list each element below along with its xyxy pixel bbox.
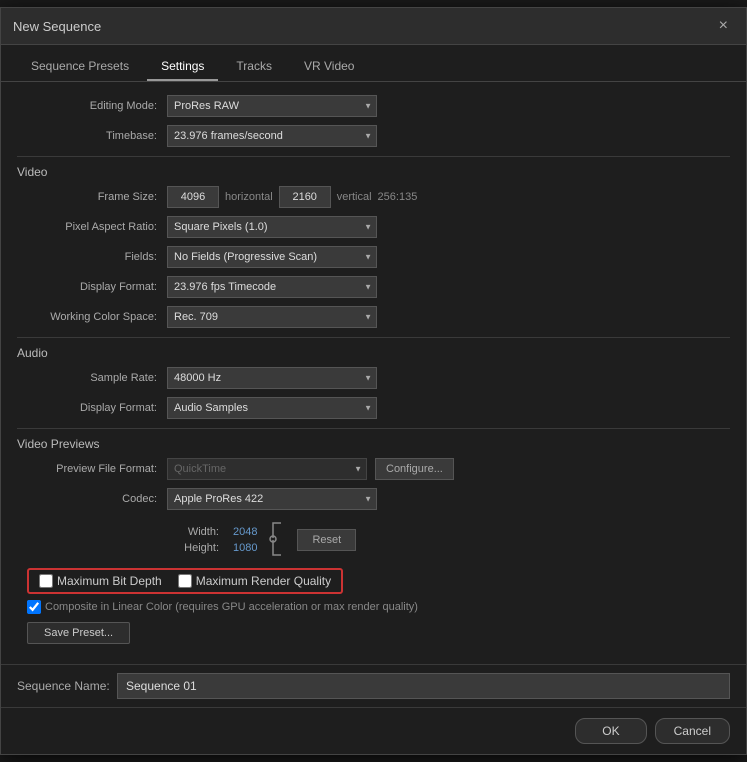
editing-mode-label: Editing Mode:	[17, 100, 167, 112]
width-height-col: Width: 2048 Height: 1080	[167, 526, 257, 554]
frame-size-width-input[interactable]	[167, 186, 219, 208]
height-value: 1080	[233, 542, 257, 554]
preview-file-select-wrapper: QuickTime	[167, 458, 367, 480]
display-format-label: Display Format:	[17, 281, 167, 293]
max-bit-depth-item: Maximum Bit Depth	[39, 574, 162, 588]
editing-mode-row: Editing Mode: ProRes RAW	[17, 94, 730, 118]
timebase-select-wrapper: 23.976 frames/second	[167, 125, 377, 147]
dialog-title: New Sequence	[13, 19, 101, 34]
preview-file-label: Preview File Format:	[17, 463, 167, 475]
display-format-select[interactable]: 23.976 fps Timecode	[167, 276, 377, 298]
fields-select[interactable]: No Fields (Progressive Scan)	[167, 246, 377, 268]
sample-rate-row: Sample Rate: 48000 Hz	[17, 366, 730, 390]
close-button[interactable]: ×	[713, 16, 734, 36]
timebase-row: Timebase: 23.976 frames/second	[17, 124, 730, 148]
audio-display-label: Display Format:	[17, 402, 167, 414]
composite-checkbox[interactable]	[27, 600, 41, 614]
video-previews-section: Video Previews Preview File Format: Quic…	[17, 437, 730, 644]
frame-size-controls: horizontal vertical 256:135	[167, 186, 417, 208]
horizontal-label: horizontal	[225, 191, 273, 203]
frame-size-row: Frame Size: horizontal vertical 256:135	[17, 185, 730, 209]
max-render-quality-label: Maximum Render Quality	[196, 574, 331, 588]
preview-file-row: Preview File Format: QuickTime Configure…	[17, 457, 730, 481]
sample-rate-select-wrapper: 48000 Hz	[167, 367, 377, 389]
sequence-name-label: Sequence Name:	[17, 679, 117, 693]
codec-label: Codec:	[17, 493, 167, 505]
tab-tracks[interactable]: Tracks	[222, 53, 286, 81]
pixel-aspect-row: Pixel Aspect Ratio: Square Pixels (1.0)	[17, 215, 730, 239]
width-value: 2048	[233, 526, 257, 538]
height-row: Height: 1080	[167, 542, 257, 554]
audio-display-format-row: Display Format: Audio Samples	[17, 396, 730, 420]
codec-select[interactable]: Apple ProRes 422	[167, 488, 377, 510]
tab-vr-video[interactable]: VR Video	[290, 53, 368, 81]
frame-ratio: 256:135	[378, 191, 418, 203]
video-previews-label: Video Previews	[17, 437, 730, 451]
codec-row: Codec: Apple ProRes 422	[17, 487, 730, 511]
tab-settings[interactable]: Settings	[147, 53, 218, 81]
reset-button[interactable]: Reset	[297, 529, 356, 551]
frame-size-height-input[interactable]	[279, 186, 331, 208]
pixel-aspect-select-wrapper: Square Pixels (1.0)	[167, 216, 377, 238]
editing-mode-select-wrapper: ProRes RAW	[167, 95, 377, 117]
audio-section: Audio Sample Rate: 48000 Hz Display Form…	[17, 346, 730, 420]
timebase-select[interactable]: 23.976 frames/second	[167, 125, 377, 147]
video-section: Video Frame Size: horizontal vertical 25…	[17, 165, 730, 329]
sample-rate-select[interactable]: 48000 Hz	[167, 367, 377, 389]
width-label: Width:	[167, 526, 227, 538]
pixel-aspect-select[interactable]: Square Pixels (1.0)	[167, 216, 377, 238]
audio-section-label: Audio	[17, 346, 730, 360]
max-bit-depth-label: Maximum Bit Depth	[57, 574, 162, 588]
working-color-label: Working Color Space:	[17, 311, 167, 323]
save-preset-container: Save Preset...	[17, 622, 730, 644]
max-options-container: Maximum Bit Depth Maximum Render Quality	[27, 568, 730, 594]
bracket-link-icon	[267, 521, 287, 562]
save-preset-button[interactable]: Save Preset...	[27, 622, 130, 644]
sequence-name-row: Sequence Name:	[1, 664, 746, 707]
working-color-select-wrapper: Rec. 709	[167, 306, 377, 328]
sequence-name-input[interactable]	[117, 673, 730, 699]
fields-row: Fields: No Fields (Progressive Scan)	[17, 245, 730, 269]
fields-label: Fields:	[17, 251, 167, 263]
tab-sequence-presets[interactable]: Sequence Presets	[17, 53, 143, 81]
preview-file-select: QuickTime	[167, 458, 367, 480]
timebase-label: Timebase:	[17, 130, 167, 142]
width-row: Width: 2048	[167, 526, 257, 538]
new-sequence-dialog: New Sequence × Sequence Presets Settings…	[0, 7, 747, 755]
settings-content: Editing Mode: ProRes RAW Timebase: 23.97…	[1, 82, 746, 664]
max-render-quality-item: Maximum Render Quality	[178, 574, 331, 588]
max-bit-depth-checkbox[interactable]	[39, 574, 53, 588]
height-label: Height:	[167, 542, 227, 554]
tabs-container: Sequence Presets Settings Tracks VR Vide…	[1, 45, 746, 82]
pixel-aspect-label: Pixel Aspect Ratio:	[17, 221, 167, 233]
audio-display-select[interactable]: Audio Samples	[167, 397, 377, 419]
frame-size-label: Frame Size:	[17, 191, 167, 203]
cancel-button[interactable]: Cancel	[655, 718, 730, 744]
codec-select-wrapper: Apple ProRes 422	[167, 488, 377, 510]
display-format-row: Display Format: 23.976 fps Timecode	[17, 275, 730, 299]
configure-button[interactable]: Configure...	[375, 458, 454, 480]
bottom-bar: OK Cancel	[1, 707, 746, 754]
display-format-select-wrapper: 23.976 fps Timecode	[167, 276, 377, 298]
fields-select-wrapper: No Fields (Progressive Scan)	[167, 246, 377, 268]
video-section-label: Video	[17, 165, 730, 179]
working-color-select[interactable]: Rec. 709	[167, 306, 377, 328]
working-color-row: Working Color Space: Rec. 709	[17, 305, 730, 329]
vertical-label: vertical	[337, 191, 372, 203]
audio-display-select-wrapper: Audio Samples	[167, 397, 377, 419]
composite-row: Composite in Linear Color (requires GPU …	[27, 600, 730, 614]
sample-rate-label: Sample Rate:	[17, 372, 167, 384]
max-render-quality-checkbox[interactable]	[178, 574, 192, 588]
editing-mode-select[interactable]: ProRes RAW	[167, 95, 377, 117]
composite-label: Composite in Linear Color (requires GPU …	[45, 601, 418, 613]
ok-button[interactable]: OK	[575, 718, 646, 744]
title-bar: New Sequence ×	[1, 8, 746, 45]
